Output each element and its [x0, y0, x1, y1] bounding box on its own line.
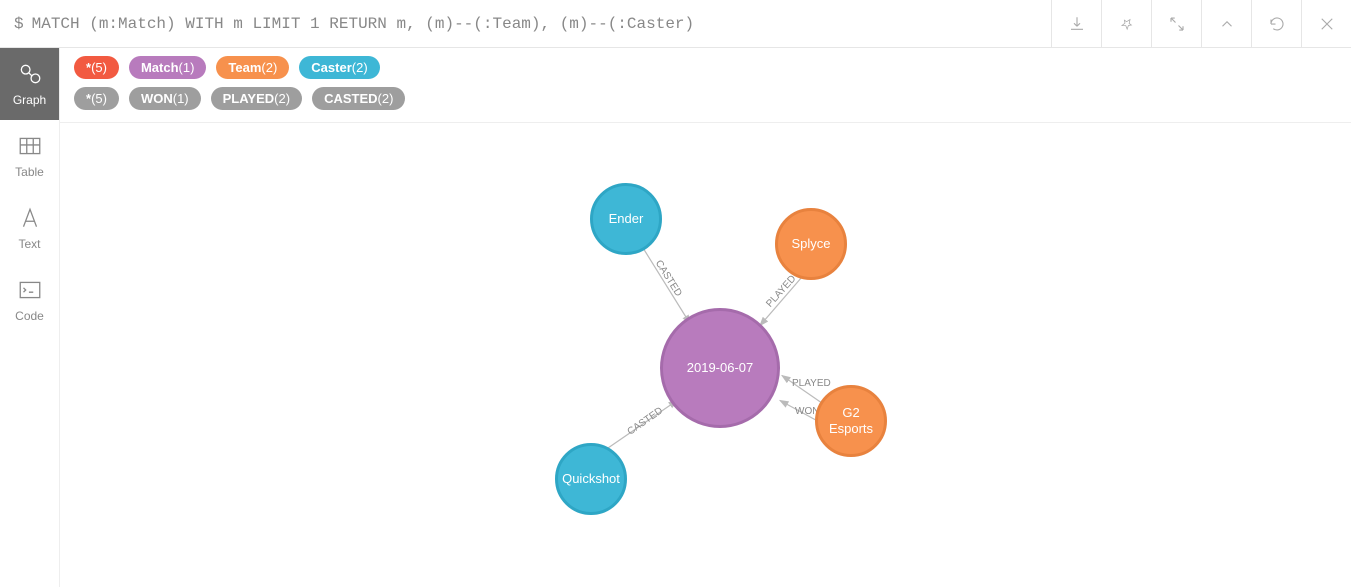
- expand-button[interactable]: [1151, 0, 1201, 48]
- rel-pill-casted[interactable]: CASTED(2): [312, 87, 405, 110]
- rel-pill-row: *(5) WON(1) PLAYED(2) CASTED(2): [74, 87, 1337, 110]
- edge-label-played: PLAYED: [764, 273, 798, 309]
- edge-label-casted: CASTED: [626, 405, 666, 437]
- tab-label: Text: [18, 237, 40, 251]
- node-pill-caster[interactable]: Caster(2): [299, 56, 379, 79]
- query-text: MATCH (m:Match) WITH m LIMIT 1 RETURN m,…: [32, 15, 695, 33]
- download-icon: [1068, 15, 1086, 33]
- close-button[interactable]: [1301, 0, 1351, 48]
- close-icon: [1318, 15, 1336, 33]
- query-header: $ MATCH (m:Match) WITH m LIMIT 1 RETURN …: [0, 0, 1351, 48]
- query-prompt: $: [14, 15, 24, 33]
- collapse-button[interactable]: [1201, 0, 1251, 48]
- node-pill-match[interactable]: Match(1): [129, 56, 206, 79]
- code-icon: [17, 277, 43, 303]
- rel-pill-won[interactable]: WON(1): [129, 87, 201, 110]
- expand-icon: [1168, 15, 1186, 33]
- header-actions: [1051, 0, 1351, 48]
- tab-label: Code: [15, 309, 44, 323]
- refresh-icon: [1268, 15, 1286, 33]
- node-label: Quickshot: [562, 471, 620, 487]
- download-button[interactable]: [1051, 0, 1101, 48]
- node-pill-team[interactable]: Team(2): [216, 56, 289, 79]
- node-pill-all[interactable]: *(5): [74, 56, 119, 79]
- tab-label: Graph: [13, 93, 46, 107]
- node-label: Splyce: [791, 236, 830, 252]
- node-team-g2[interactable]: G2 Esports: [815, 385, 887, 457]
- pin-icon: [1118, 15, 1136, 33]
- edge-label-played: PLAYED: [792, 378, 831, 389]
- tab-text[interactable]: Text: [0, 192, 59, 264]
- tab-table[interactable]: Table: [0, 120, 59, 192]
- tab-label: Table: [15, 165, 44, 179]
- pin-button[interactable]: [1101, 0, 1151, 48]
- rel-pill-played[interactable]: PLAYED(2): [211, 87, 302, 110]
- node-team-splyce[interactable]: Splyce: [775, 208, 847, 280]
- edge-label-casted: CASTED: [653, 258, 684, 298]
- node-label: G2 Esports: [822, 405, 880, 436]
- text-icon: [17, 205, 43, 231]
- node-label: Ender: [609, 211, 644, 227]
- rel-pill-all[interactable]: *(5): [74, 87, 119, 110]
- node-pill-row: *(5) Match(1) Team(2) Caster(2): [74, 56, 1337, 79]
- tab-graph[interactable]: Graph: [0, 48, 59, 120]
- content-area: *(5) Match(1) Team(2) Caster(2) *(5) WON…: [60, 48, 1351, 587]
- node-label: 2019-06-07: [687, 360, 754, 376]
- query-area[interactable]: $ MATCH (m:Match) WITH m LIMIT 1 RETURN …: [0, 15, 1051, 33]
- chevron-up-icon: [1218, 15, 1236, 33]
- node-match[interactable]: 2019-06-07: [660, 308, 780, 428]
- view-sidebar: Graph Table Text Code: [0, 48, 60, 587]
- graph-icon: [17, 61, 43, 87]
- graph-canvas[interactable]: CASTED CASTED PLAYED PLAYED WON 2019-06-…: [60, 123, 1351, 587]
- node-caster-ender[interactable]: Ender: [590, 183, 662, 255]
- legend: *(5) Match(1) Team(2) Caster(2) *(5) WON…: [60, 48, 1351, 123]
- tab-code[interactable]: Code: [0, 264, 59, 336]
- table-icon: [17, 133, 43, 159]
- refresh-button[interactable]: [1251, 0, 1301, 48]
- node-caster-quickshot[interactable]: Quickshot: [555, 443, 627, 515]
